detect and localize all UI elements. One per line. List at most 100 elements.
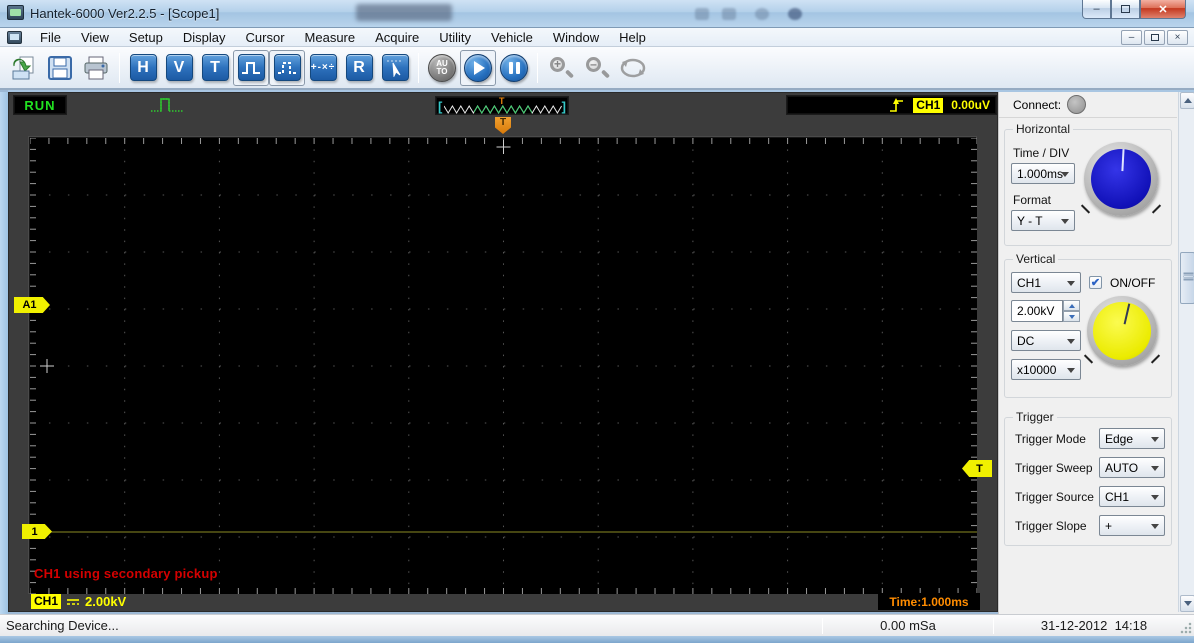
menu-window[interactable]: Window	[543, 28, 609, 47]
trigger-position-marker[interactable]: T	[495, 117, 511, 134]
menu-setup[interactable]: Setup	[119, 28, 173, 47]
scope-display-area: RUN T [ ] CH1 0.00uV T CH1 using seconda…	[8, 92, 998, 612]
open-file-icon	[12, 56, 34, 79]
tray-badge-icon	[788, 8, 802, 20]
vertical-knob-face	[1093, 302, 1151, 360]
preview-left-bracket[interactable]: [	[438, 99, 442, 114]
vertical-knob[interactable]	[1083, 296, 1161, 366]
menu-view[interactable]: View	[71, 28, 119, 47]
menu-help[interactable]: Help	[609, 28, 656, 47]
waveform-normal-button[interactable]	[233, 49, 269, 86]
format-select[interactable]: Y - T	[1011, 210, 1075, 231]
print-button[interactable]	[78, 50, 114, 86]
spinner-down-button[interactable]	[1063, 311, 1080, 322]
trigger-sweep-select[interactable]: AUTO	[1099, 457, 1165, 478]
connect-indicator-led	[1067, 95, 1087, 114]
menu-measure[interactable]: Measure	[295, 28, 366, 47]
mdi-minimize-button[interactable]: –	[1121, 30, 1142, 45]
mdi-restore-button[interactable]	[1144, 30, 1165, 45]
toolbar-separator	[537, 52, 538, 83]
preview-waveform	[444, 105, 562, 114]
run-status: RUN	[24, 97, 56, 113]
channel-chip[interactable]: CH1	[31, 594, 62, 609]
tray-badge-icon	[722, 8, 736, 20]
close-button[interactable]: ✕	[1140, 0, 1186, 19]
channel-a1-marker[interactable]: A1	[14, 297, 50, 313]
trigger-setup-button[interactable]: T	[197, 50, 233, 86]
menu-vehicle[interactable]: Vehicle	[481, 28, 543, 47]
trigger-slope-value: +	[1105, 518, 1113, 533]
timebase-readout-box: Time:1.000ms	[878, 593, 980, 610]
vertical-group-title: Vertical	[1016, 252, 1056, 266]
scope-document-icon[interactable]	[7, 30, 22, 44]
scrollbar-down-button[interactable]	[1180, 595, 1194, 612]
maximize-icon	[1121, 5, 1130, 13]
window-bottom-border	[0, 636, 1194, 643]
menu-display[interactable]: Display	[173, 28, 236, 47]
math-icon: +-×÷	[309, 54, 337, 81]
menu-file[interactable]: File	[30, 28, 71, 47]
resize-grip[interactable]	[1180, 622, 1192, 634]
coupling-select[interactable]: DC	[1011, 330, 1081, 351]
waveform-preview-strip[interactable]: T [ ]	[435, 96, 569, 115]
dashed-wave-icon	[273, 54, 301, 81]
mdi-close-button[interactable]: ×	[1167, 30, 1188, 45]
menu-bar: File View Setup Display Cursor Measure A…	[0, 28, 1194, 47]
volts-div-spinner[interactable]: 2.00kV	[1011, 300, 1063, 322]
pass-fail-button[interactable]	[615, 50, 651, 86]
trigger-setup-icon: T	[201, 54, 229, 81]
vertical-setup-button[interactable]: V	[161, 50, 197, 86]
horizontal-knob[interactable]	[1080, 142, 1162, 216]
vertical-setup-icon: V	[165, 54, 193, 81]
menu-acquire[interactable]: Acquire	[365, 28, 429, 47]
sample-rate: 0.00 mSa	[880, 618, 936, 633]
trigger-slope-select[interactable]: +	[1099, 515, 1165, 536]
horizontal-group-title: Horizontal	[1016, 122, 1071, 136]
channel-select[interactable]: CH1	[1011, 272, 1081, 293]
math-button[interactable]: +-×÷	[305, 50, 341, 86]
toolbar-separator	[119, 52, 120, 83]
play-icon	[464, 53, 492, 82]
autoset-button[interactable]: AU TO	[424, 50, 460, 86]
zoom-in-icon: +	[548, 55, 575, 81]
cursor-pointer-icon	[381, 54, 409, 81]
status-bar: Searching Device... 0.00 mSa 31-12-2012 …	[0, 614, 1194, 636]
probe-select[interactable]: x10000	[1011, 359, 1081, 380]
minimize-button[interactable]: –	[1082, 0, 1111, 19]
panel-scrollbar[interactable]	[1178, 92, 1194, 612]
coupling-value: DC	[1017, 333, 1035, 348]
scrollbar-thumb[interactable]	[1180, 252, 1194, 304]
trigger-mode-select[interactable]: Edge	[1099, 428, 1165, 449]
tray-badge-icon	[755, 8, 769, 20]
timebase-value: Time:1.000ms	[889, 594, 969, 609]
waveform-reference-button[interactable]	[269, 49, 305, 86]
oscilloscope-grid[interactable]: CH1 using secondary pickup A1 1 T	[14, 137, 992, 594]
preview-right-bracket[interactable]: ]	[562, 99, 566, 114]
trigger-mode-value: Edge	[1105, 431, 1134, 446]
trigger-readout-box: CH1 0.00uV	[786, 95, 997, 115]
trigger-mode-label: Trigger Mode	[1015, 431, 1086, 446]
scope-annotation: CH1 using secondary pickup	[34, 566, 218, 581]
zoom-out-button[interactable]: –	[579, 50, 615, 86]
reference-icon: R	[345, 54, 373, 81]
maximize-button[interactable]	[1111, 0, 1140, 19]
zoom-in-button[interactable]: +	[543, 50, 579, 86]
trigger-source-select[interactable]: CH1	[1099, 486, 1165, 507]
channel-onoff-checkbox[interactable]: ✔	[1089, 276, 1102, 289]
menu-utility[interactable]: Utility	[429, 28, 481, 47]
open-file-button[interactable]	[6, 50, 42, 86]
start-button[interactable]	[460, 49, 496, 86]
waveform-plot	[30, 138, 977, 594]
scrollbar-up-button[interactable]	[1180, 92, 1194, 109]
spinner-up-button[interactable]	[1063, 300, 1080, 311]
menu-cursor[interactable]: Cursor	[236, 28, 295, 47]
time-div-value: 1.000ms	[1017, 166, 1064, 181]
title-bar[interactable]: Hantek-6000 Ver2.2.5 - [Scope1] – ✕	[0, 0, 1194, 28]
pause-button[interactable]	[496, 50, 532, 86]
cursor-measure-button[interactable]	[377, 50, 413, 86]
reference-button[interactable]: R	[341, 50, 377, 86]
time-div-select[interactable]: 1.000ms	[1011, 163, 1075, 184]
horizontal-setup-button[interactable]: H	[125, 50, 161, 86]
horizontal-setup-icon: H	[129, 54, 157, 81]
save-button[interactable]	[42, 50, 78, 86]
